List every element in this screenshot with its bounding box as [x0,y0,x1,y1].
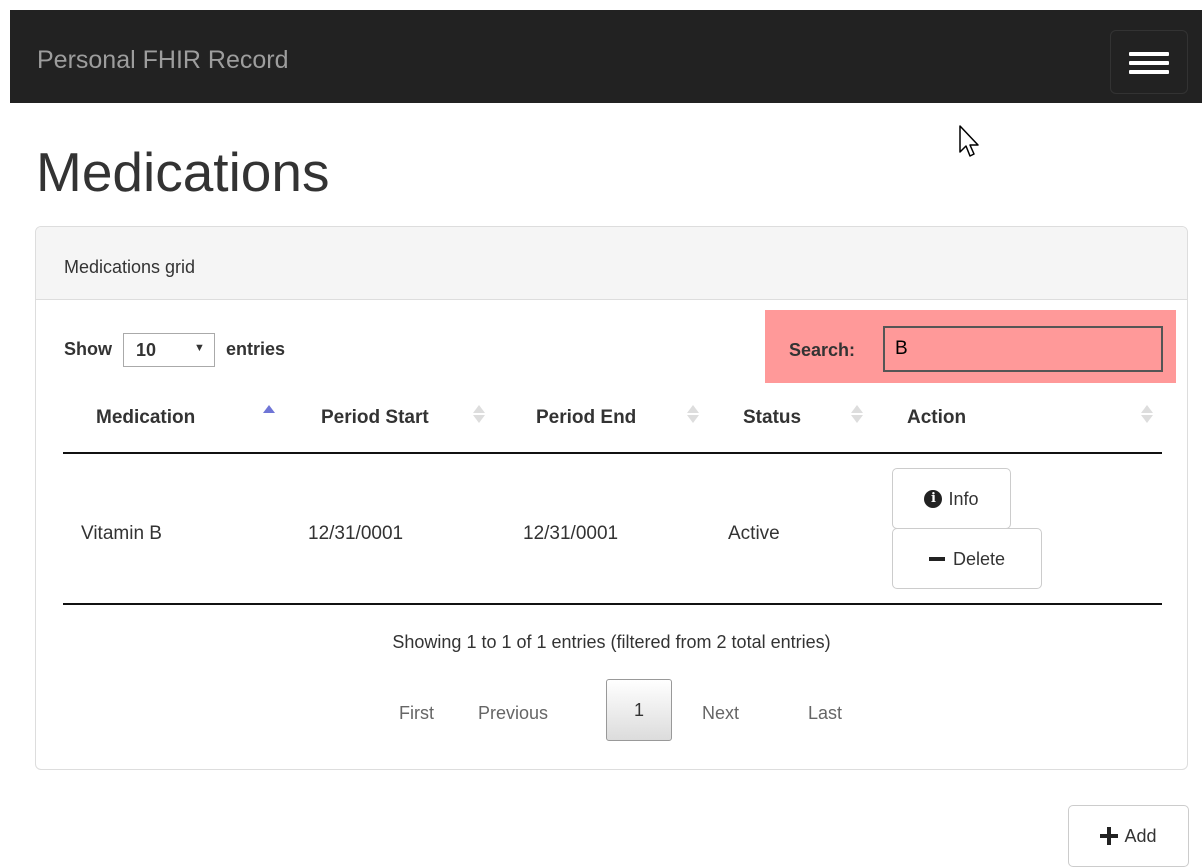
search-highlight: Search: [765,310,1176,383]
cell-status: Active [728,523,780,544]
sort-icon[interactable] [473,403,485,425]
mouse-cursor-icon [959,125,979,157]
delete-button[interactable]: Delete [892,528,1042,589]
column-header-status[interactable]: Status [743,407,801,429]
sort-icon[interactable] [687,403,699,425]
info-icon: i [924,489,943,508]
delete-button-label: Delete [952,548,1006,569]
page-title: Medications [36,141,330,203]
navbar-brand[interactable]: Personal FHIR Record [37,46,288,75]
hamburger-menu-button[interactable] [1110,30,1188,94]
cell-period-start: 12/31/0001 [308,523,404,544]
entries-per-page-select[interactable]: 10 ▼ [123,333,216,367]
pagination-next[interactable]: Next [702,703,739,724]
info-button-label: Info [948,488,979,509]
plus-icon [1100,827,1119,846]
pagination-last[interactable]: Last [808,703,842,724]
navbar: Personal FHIR Record [10,10,1202,103]
pagination-current-page[interactable]: 1 [606,679,672,741]
show-label: Show [64,338,112,359]
add-button[interactable]: Add [1068,805,1189,867]
cell-medication: Vitamin B [81,523,162,544]
hamburger-icon [1129,70,1169,74]
entries-length-control: Show 10 ▼ entries [64,333,285,367]
cell-period-end: 12/31/0001 [523,523,619,544]
sort-icon[interactable] [851,403,863,425]
medications-panel: Medications grid Show 10 ▼ entries Searc… [35,226,1188,770]
hamburger-icon [1129,61,1169,65]
column-header-period-end[interactable]: Period End [536,407,636,429]
pagination-first[interactable]: First [399,703,434,724]
hamburger-icon [1129,52,1169,56]
table-header-divider [63,452,1162,454]
minus-icon [928,556,945,561]
info-button[interactable]: i Info [892,468,1011,529]
table-footer-divider [63,603,1162,605]
panel-heading: Medications grid [36,227,1187,300]
pagination-previous[interactable]: Previous [478,703,548,724]
entries-per-page-value: 10 [136,340,157,360]
panel-heading-title: Medications grid [64,257,196,277]
search-input[interactable] [883,326,1163,372]
sort-ascending-icon[interactable] [263,403,275,425]
table-info-text: Showing 1 to 1 of 1 entries (filtered fr… [392,632,831,652]
search-label: Search: [789,340,856,360]
column-header-action[interactable]: Action [907,407,966,429]
add-button-label: Add [1124,825,1157,846]
sort-icon[interactable] [1141,403,1153,425]
column-header-period-start[interactable]: Period Start [321,407,429,429]
column-header-medication[interactable]: Medication [96,407,195,429]
entries-label: entries [226,338,286,359]
dropdown-arrow-icon: ▼ [194,342,205,354]
